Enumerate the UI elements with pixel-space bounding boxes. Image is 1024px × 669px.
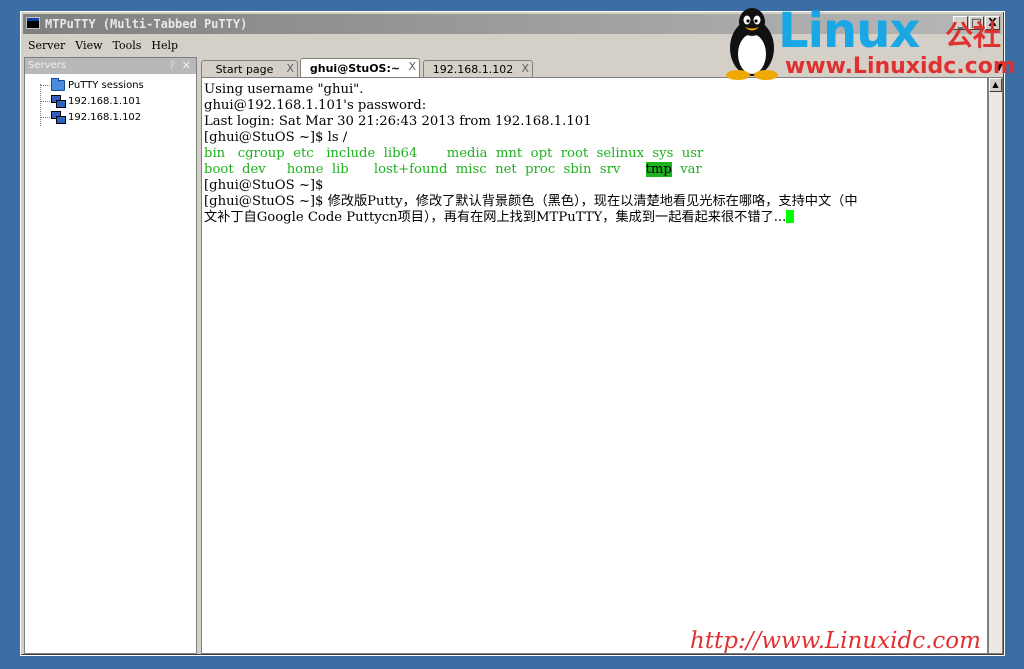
ls-entry: media [446,146,488,161]
menu-tools[interactable]: Tools [108,39,147,52]
tab-close-icon[interactable]: X [286,62,294,75]
ls-entry: cgroup [237,146,285,161]
watermark-logo-cn: 公社 [945,19,1002,52]
tab-close-icon[interactable]: X [408,60,416,73]
ls-entry: srv [599,162,621,177]
ls-entry: lost+found [373,162,448,177]
terminal-line: [ghui@StuOS ~]$ ls / [204,130,348,145]
ls-entry: sbin [563,162,592,177]
tab-192-168-1-102[interactable]: 192.168.1.102 X [423,60,533,77]
network-icon [51,95,66,108]
ls-entry: etc [293,146,314,161]
ls-entry: sys [652,146,674,161]
tux-penguin-logo [726,8,778,80]
terminal-scrollbar[interactable]: ▲ [988,77,1003,654]
window-title: MTPuTTY (Multi-Tabbed PuTTY) [45,17,248,31]
servers-panel: Servers ᚹ ✕ PuTTY sessions 192.168.1.101… [24,57,197,654]
tab-label: ghui@StuOS:~ [309,62,401,75]
watermark-bottom-url: http://www.Linuxidc.com [690,628,981,654]
tree-item-label: PuTTY sessions [68,79,144,91]
servers-panel-title: Servers [28,60,67,71]
network-icon [51,111,66,124]
ls-entry: bin [204,146,226,161]
ls-entry: var [680,162,702,177]
ls-entry: misc [455,162,487,177]
tab-start-page[interactable]: Start page X [201,60,298,77]
tree-item-label: 192.168.1.102 [68,111,142,123]
ls-entry: dev [242,162,266,177]
terminal-line: [ghui@StuOS ~]$ 修改版Putty，修改了默认背景颜色（黑色），现… [204,194,858,209]
watermark-logo-text: Linux [778,3,920,59]
terminal-line: [ghui@StuOS ~]$ [204,178,324,193]
ls-entry: lib [331,162,349,177]
ls-entry: net [495,162,517,177]
tree-connector [40,84,41,126]
ls-entry: boot [204,162,234,177]
tab-ghui-stuos[interactable]: ghui@StuOS:~ X [300,58,420,78]
tree-item-session[interactable]: 192.168.1.101 [51,93,141,109]
ls-entry: include [326,146,376,161]
scroll-up-arrow-icon[interactable]: ▲ [989,78,1002,92]
tree-item-label: 192.168.1.101 [68,95,142,107]
ls-output-row: boot dev home lib lost+found misc net pr… [204,162,987,178]
terminal-line: Last login: Sat Mar 30 21:26:43 2013 fro… [204,114,592,129]
terminal-line: Using username "ghui". [204,82,364,97]
tab-label: Start page [215,62,274,76]
ls-entry: proc [525,162,556,177]
ls-entry: home [286,162,324,177]
ls-entry: mnt [495,146,523,161]
mtputty-window: MTPuTTY (Multi-Tabbed PuTTY) _ □ X Serve… [20,11,1005,656]
watermark-url: www.Linuxidc.com [785,54,1016,79]
terminal-output[interactable]: Using username "ghui". ghui@192.168.1.10… [201,77,988,654]
ls-entry: usr [681,146,704,161]
menu-server[interactable]: Server [23,39,70,52]
tree-item-putty-sessions[interactable]: PuTTY sessions [51,77,144,93]
ls-entry: lib64 [383,146,418,161]
servers-panel-header: Servers ᚹ ✕ [25,58,196,74]
putty-app-icon [26,17,40,29]
terminal-cursor [786,210,795,223]
tree-item-session[interactable]: 192.168.1.102 [51,109,141,125]
terminal-line: ghui@192.168.1.101's password: [204,98,427,113]
menu-help[interactable]: Help [146,39,183,52]
tab-label: 192.168.1.102 [432,62,514,76]
pin-icon[interactable]: ᚹ [169,59,176,72]
tab-close-icon[interactable]: X [521,62,529,75]
panel-close-icon[interactable]: ✕ [182,59,191,72]
ls-entry: opt [530,146,553,161]
terminal-text: 文补丁自Google Code Puttycn项目），再有在网上找到MTPuTT… [204,210,787,225]
terminal-line: 文补丁自Google Code Puttycn项目），再有在网上找到MTPuTT… [204,210,987,226]
folder-icon [51,77,65,91]
ls-output-row: bin cgroup etc include lib64 media mnt o… [204,146,987,162]
menu-view[interactable]: View [70,39,107,52]
ls-entry: selinux [596,146,645,161]
ls-entry: tmp [645,162,672,177]
ls-entry: root [560,146,589,161]
